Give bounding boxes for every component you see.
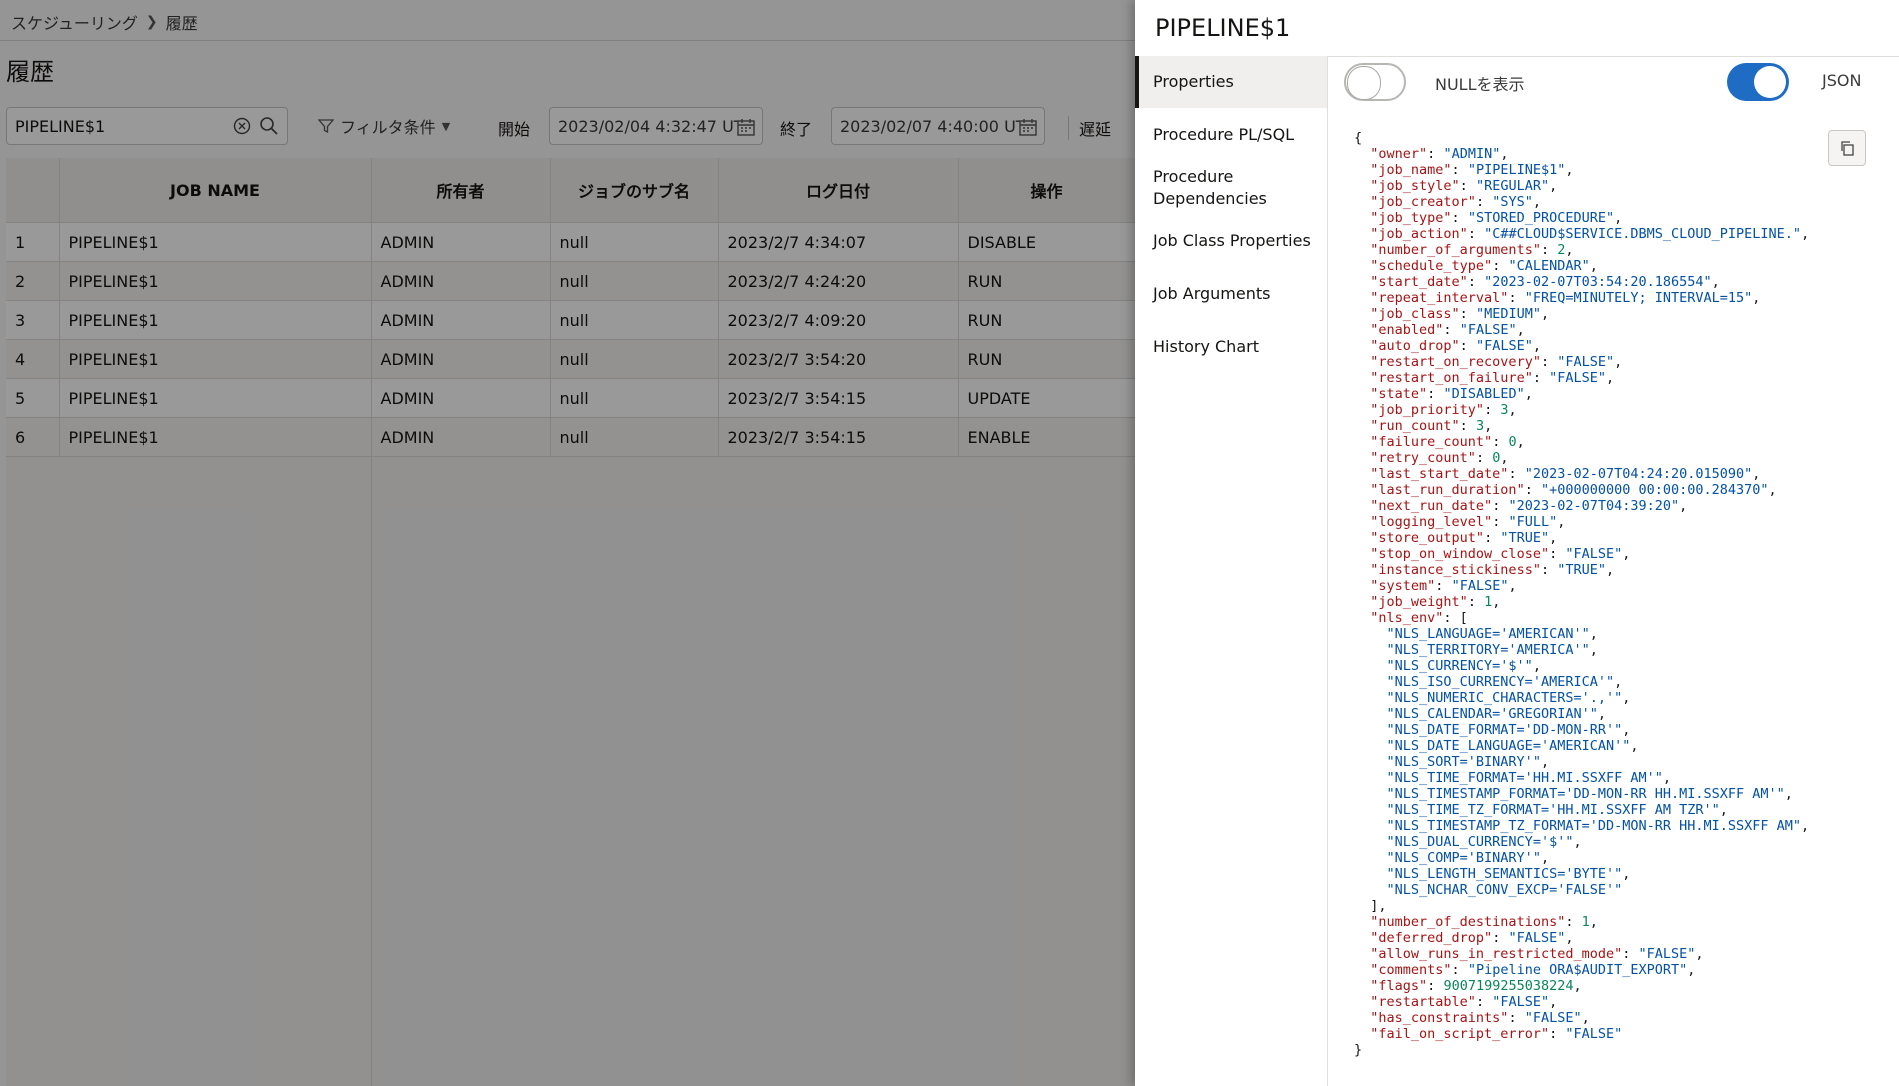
cell-owner: ADMIN — [371, 300, 551, 340]
row-index: 6 — [6, 417, 60, 457]
page-title: 履歴 — [6, 58, 54, 86]
cell-job-subname: null — [550, 339, 719, 379]
caret-down-icon: ▼ — [441, 119, 451, 133]
row-index: 3 — [6, 300, 60, 340]
copy-icon — [1841, 141, 1854, 156]
json-code-view[interactable]: { "owner": "ADMIN", "job_name": "PIPELIN… — [1354, 130, 1819, 1058]
end-label: 終了 — [780, 120, 813, 139]
nav-item-procedure-dependencies[interactable]: Procedure Dependencies — [1153, 166, 1303, 210]
nav-item-history-chart[interactable]: History Chart — [1153, 336, 1259, 358]
cell-job-name: PIPELINE$1 — [59, 222, 372, 262]
cell-job-name: PIPELINE$1 — [59, 300, 372, 340]
cell-operation: RUN — [958, 300, 1136, 340]
history-page: スケジューリング ❯ 履歴 履歴 フィルタ条件 ▼ 開始 — [0, 0, 1136, 1086]
start-date-field[interactable] — [549, 107, 763, 145]
column-header-log-date[interactable]: ログ日付 — [718, 158, 959, 223]
row-index: 5 — [6, 378, 60, 418]
cell-owner: ADMIN — [371, 417, 551, 457]
column-header-owner[interactable]: 所有者 — [371, 158, 551, 223]
cell-job-subname: null — [550, 222, 719, 262]
table-row[interactable]: 2 PIPELINE$1 ADMIN null 2023/2/7 4:24:20… — [6, 261, 1136, 301]
search-input[interactable] — [13, 116, 227, 137]
cell-log-date: 2023/2/7 4:24:20 — [718, 261, 959, 301]
show-null-toggle[interactable] — [1344, 63, 1406, 101]
chevron-right-icon: ❯ — [145, 14, 158, 30]
cell-job-name: PIPELINE$1 — [59, 261, 372, 301]
nav-item-job-class-properties[interactable]: Job Class Properties — [1153, 230, 1311, 252]
row-index: 1 — [6, 222, 60, 262]
calendar-icon[interactable] — [1018, 117, 1038, 137]
cell-job-subname: null — [550, 378, 719, 418]
clear-icon[interactable] — [233, 117, 251, 135]
drawer-title: PIPELINE$1 — [1155, 14, 1291, 42]
cell-owner: ADMIN — [371, 339, 551, 379]
cell-job-subname: null — [550, 417, 719, 457]
column-header-job-name[interactable]: JOB NAME — [59, 158, 372, 223]
cell-job-name: PIPELINE$1 — [59, 417, 372, 457]
cell-operation: UPDATE — [958, 378, 1136, 418]
history-toolbar: フィルタ条件 ▼ 開始 終了 遅延 — [0, 104, 1135, 150]
cell-log-date: 2023/2/7 3:54:15 — [718, 417, 959, 457]
cell-operation: RUN — [958, 261, 1136, 301]
nav-item-job-arguments[interactable]: Job Arguments — [1153, 283, 1270, 305]
json-toggle[interactable] — [1727, 63, 1789, 101]
show-null-label: NULLを表示 — [1435, 75, 1525, 94]
cell-job-subname: null — [550, 261, 719, 301]
calendar-icon[interactable] — [736, 117, 756, 137]
copy-button[interactable] — [1828, 130, 1866, 166]
column-header-job-subname[interactable]: ジョブのサブ名 — [550, 158, 719, 223]
start-date-input[interactable] — [556, 116, 740, 137]
drawer-nav: Properties Procedure PL/SQL Procedure De… — [1135, 56, 1328, 1086]
table-row[interactable]: 5 PIPELINE$1 ADMIN null 2023/2/7 3:54:15… — [6, 378, 1136, 418]
table-row[interactable]: 6 PIPELINE$1 ADMIN null 2023/2/7 3:54:15… — [6, 417, 1136, 457]
json-label: JSON — [1822, 71, 1862, 90]
column-divider — [371, 448, 372, 1086]
cell-operation: DISABLE — [958, 222, 1136, 262]
filter-label: フィルタ条件 — [340, 118, 436, 137]
cell-log-date: 2023/2/7 4:09:20 — [718, 300, 959, 340]
breadcrumb-current: 履歴 — [165, 14, 198, 33]
delay-label: 遅延 — [1068, 116, 1111, 140]
breadcrumb: スケジューリング ❯ 履歴 — [11, 10, 198, 34]
cell-owner: ADMIN — [371, 378, 551, 418]
column-header-index — [6, 158, 60, 223]
drawer-toolbar: NULLを表示 JSON — [1327, 56, 1899, 109]
toggle-knob — [1347, 66, 1381, 100]
cell-owner: ADMIN — [371, 261, 551, 301]
drawer-header: PIPELINE$1 — [1135, 0, 1899, 57]
table-row[interactable]: 1 PIPELINE$1 ADMIN null 2023/2/7 4:34:07… — [6, 222, 1136, 262]
filter-dropdown[interactable]: フィルタ条件 ▼ — [318, 114, 450, 138]
breadcrumb-scheduling-link[interactable]: スケジューリング — [11, 10, 138, 34]
search-field[interactable] — [6, 107, 288, 145]
search-icon[interactable] — [259, 116, 279, 136]
end-date-field[interactable] — [831, 107, 1045, 145]
end-date-input[interactable] — [838, 116, 1022, 137]
table-row[interactable]: 3 PIPELINE$1 ADMIN null 2023/2/7 4:09:20… — [6, 300, 1136, 340]
filter-icon — [318, 119, 334, 134]
row-index: 2 — [6, 261, 60, 301]
nav-item-properties[interactable]: Properties — [1153, 71, 1234, 93]
table-header-row: JOB NAME 所有者 ジョブのサブ名 ログ日付 操作 — [6, 158, 1136, 223]
cell-job-name: PIPELINE$1 — [59, 378, 372, 418]
cell-job-name: PIPELINE$1 — [59, 339, 372, 379]
start-label: 開始 — [498, 120, 531, 139]
cell-operation: ENABLE — [958, 417, 1136, 457]
divider — [0, 40, 1135, 41]
history-table: JOB NAME 所有者 ジョブのサブ名 ログ日付 操作 1 PIPELINE$… — [6, 158, 1136, 1086]
cell-log-date: 2023/2/7 4:34:07 — [718, 222, 959, 262]
row-index: 4 — [6, 339, 60, 379]
cell-job-subname: null — [550, 300, 719, 340]
column-header-operation[interactable]: 操作 — [958, 158, 1136, 223]
cell-operation: RUN — [958, 339, 1136, 379]
cell-owner: ADMIN — [371, 222, 551, 262]
cell-log-date: 2023/2/7 3:54:15 — [718, 378, 959, 418]
cell-log-date: 2023/2/7 3:54:20 — [718, 339, 959, 379]
toggle-knob — [1754, 66, 1786, 98]
nav-item-procedure-plsql[interactable]: Procedure PL/SQL — [1153, 124, 1294, 146]
table-row[interactable]: 4 PIPELINE$1 ADMIN null 2023/2/7 3:54:20… — [6, 339, 1136, 379]
